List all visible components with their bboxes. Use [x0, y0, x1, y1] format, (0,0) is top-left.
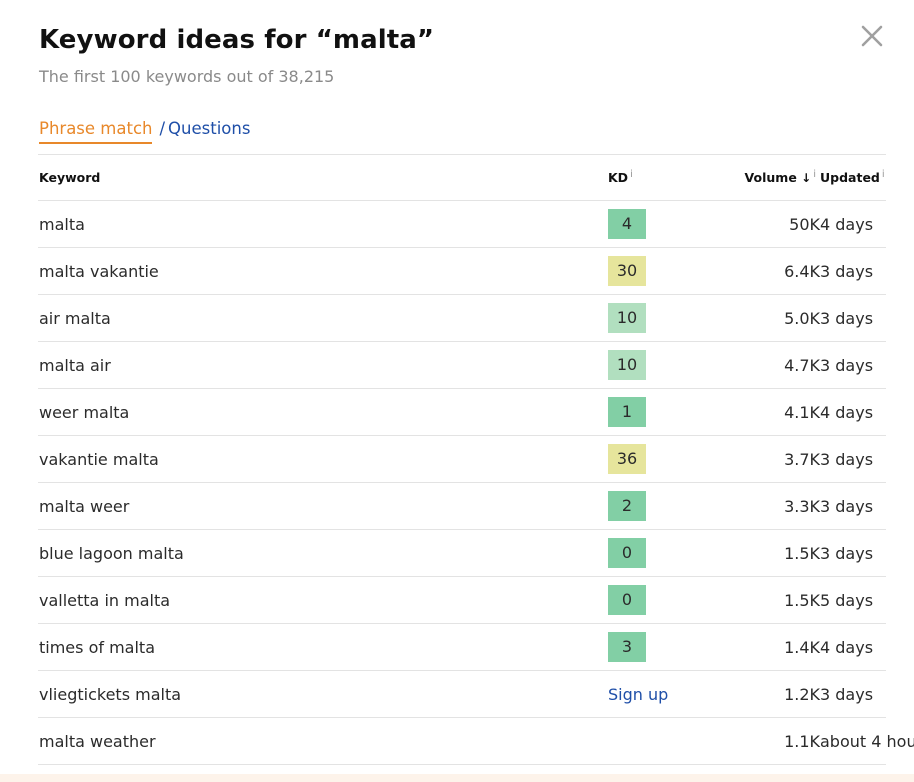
header-keyword-label: Keyword — [39, 170, 101, 185]
table-row[interactable]: malta weather 1.1Kabout 4 hours — [38, 717, 914, 765]
updated-cell: 3 days — [820, 294, 886, 342]
close-icon[interactable] — [858, 22, 886, 50]
kd-cell: 36 — [608, 435, 676, 483]
volume-cell: 1.5K — [676, 576, 820, 624]
kd-cell: 10 — [608, 294, 676, 342]
keyword-ideas-modal: Keyword ideas for “malta” The first 100 … — [0, 0, 914, 782]
kd-cell: 2 — [608, 482, 676, 530]
updated-cell: about 4 hours — [820, 717, 914, 765]
tab-questions[interactable]: Questions — [168, 119, 250, 138]
keyword-table: Keyword KD i Volume ↓ i Updated i malta 4 50K… — [38, 155, 914, 765]
header-kd-label: KD — [608, 170, 629, 186]
volume-cell: 5.0K — [676, 294, 820, 342]
keyword-cell[interactable]: malta vakantie — [38, 247, 608, 295]
updated-cell: 3 days — [820, 670, 886, 718]
table-row[interactable]: weer malta 1 4.1K 4 days — [38, 388, 886, 436]
header-kd[interactable]: KD i — [608, 155, 676, 201]
header-volume[interactable]: Volume ↓ i — [676, 155, 820, 201]
match-type-tabs: Phrase match / Questions — [39, 119, 250, 144]
kd-badge: 30 — [608, 256, 646, 286]
table-row[interactable]: malta 4 50K 4 days — [38, 200, 886, 248]
tab-phrase-match[interactable]: Phrase match — [39, 119, 153, 144]
updated-cell: 3 days — [820, 435, 886, 483]
info-icon[interactable]: i — [882, 169, 885, 180]
updated-cell: 5 days — [820, 576, 886, 624]
kd-badge: 4 — [608, 209, 646, 239]
keyword-cell[interactable]: malta air — [38, 341, 608, 389]
keyword-cell[interactable]: valletta in malta — [38, 576, 608, 624]
updated-cell: 4 days — [820, 200, 886, 248]
kd-badge: 36 — [608, 444, 646, 474]
header-volume-label: Volume — [744, 170, 797, 186]
updated-cell: 3 days — [820, 529, 886, 577]
volume-cell: 4.7K — [676, 341, 820, 389]
table-row[interactable]: air malta 10 5.0K 3 days — [38, 294, 886, 342]
sort-desc-arrow-icon: ↓ — [801, 171, 812, 186]
header-updated[interactable]: Updated i — [820, 155, 886, 201]
volume-cell: 3.7K — [676, 435, 820, 483]
modal-title: Keyword ideas for “malta” — [39, 25, 435, 55]
volume-cell: 3.3K — [676, 482, 820, 530]
table-row[interactable]: malta vakantie 30 6.4K 3 days — [38, 247, 886, 295]
sign-up-link[interactable]: Sign up — [608, 685, 668, 704]
updated-cell: 3 days — [820, 247, 886, 295]
kd-badge: 0 — [608, 585, 646, 615]
volume-cell: 6.4K — [676, 247, 820, 295]
kd-cell: 0 — [608, 529, 676, 577]
header-keyword: Keyword — [38, 155, 608, 201]
keyword-cell[interactable]: malta weer — [38, 482, 608, 530]
kd-badge: 0 — [608, 538, 646, 568]
keyword-cell[interactable]: weer malta — [38, 388, 608, 436]
keyword-cell[interactable]: vakantie malta — [38, 435, 608, 483]
volume-cell: 4.1K — [676, 388, 820, 436]
table-header-row: Keyword KD i Volume ↓ i Updated i — [38, 155, 886, 201]
info-icon[interactable]: i — [630, 169, 633, 180]
kd-cell: 10 — [608, 341, 676, 389]
keyword-cell[interactable]: times of malta — [38, 623, 608, 671]
volume-cell: 1.5K — [676, 529, 820, 577]
updated-cell: 4 days — [820, 388, 886, 436]
volume-cell: 1.2K — [676, 670, 820, 718]
keyword-cell[interactable]: blue lagoon malta — [38, 529, 608, 577]
table-row[interactable]: blue lagoon malta 0 1.5K 3 days — [38, 529, 886, 577]
modal-subtitle: The first 100 keywords out of 38,215 — [39, 67, 335, 86]
table-row[interactable]: times of malta 3 1.4K 4 days — [38, 623, 886, 671]
kd-badge: 2 — [608, 491, 646, 521]
updated-cell: 3 days — [820, 341, 886, 389]
table-row[interactable]: vliegtickets malta Sign up 1.2K 3 days — [38, 670, 886, 718]
kd-cell: 3 — [608, 623, 676, 671]
kd-badge: 10 — [608, 303, 646, 333]
kd-cell: 0 — [608, 576, 676, 624]
table-row[interactable]: malta air 10 4.7K 3 days — [38, 341, 886, 389]
keyword-cell[interactable]: air malta — [38, 294, 608, 342]
kd-cell: 1 — [608, 388, 676, 436]
kd-cell: Sign up — [608, 670, 676, 718]
volume-cell: 1.4K — [676, 623, 820, 671]
table-row[interactable]: malta weer 2 3.3K 3 days — [38, 482, 886, 530]
footer-band — [0, 774, 914, 782]
header-updated-label: Updated — [820, 170, 880, 186]
keyword-cell[interactable]: vliegtickets malta — [38, 670, 608, 718]
kd-cell: 4 — [608, 200, 676, 248]
kd-badge: 1 — [608, 397, 646, 427]
kd-cell — [608, 717, 676, 765]
kd-cell: 30 — [608, 247, 676, 295]
info-icon[interactable]: i — [813, 169, 816, 180]
keyword-cell[interactable]: malta — [38, 200, 608, 248]
updated-cell: 4 days — [820, 623, 886, 671]
kd-badge: 3 — [608, 632, 646, 662]
table-row[interactable]: valletta in malta 0 1.5K 5 days — [38, 576, 886, 624]
table-row[interactable]: vakantie malta 36 3.7K 3 days — [38, 435, 886, 483]
volume-cell: 50K — [676, 200, 820, 248]
tab-separator: / — [159, 119, 166, 138]
volume-cell: 1.1K — [676, 717, 820, 765]
kd-badge: 10 — [608, 350, 646, 380]
keyword-cell[interactable]: malta weather — [38, 717, 608, 765]
updated-cell: 3 days — [820, 482, 886, 530]
